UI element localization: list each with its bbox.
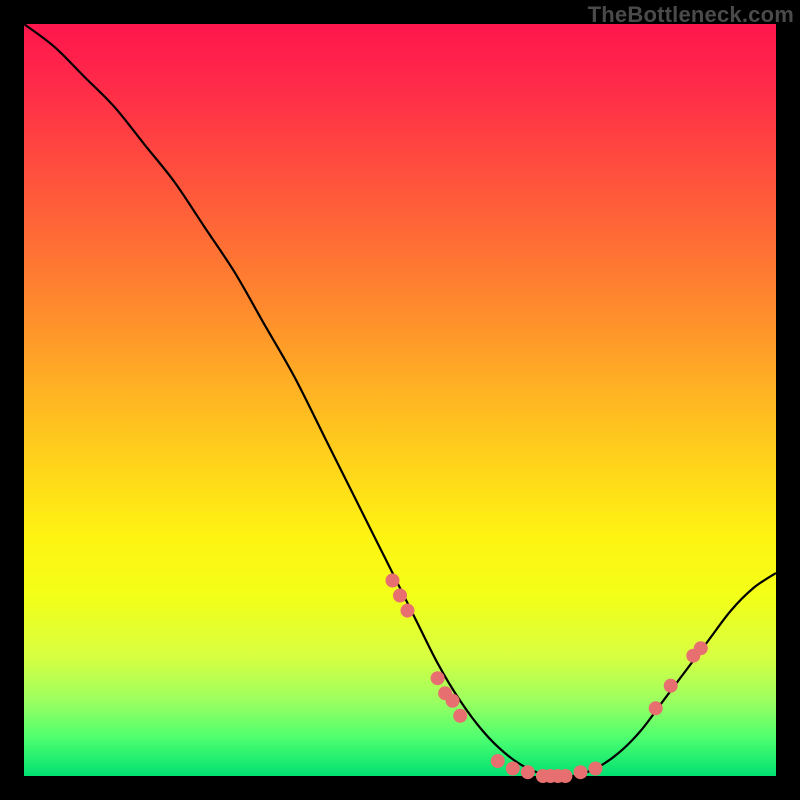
data-marker (694, 641, 708, 655)
data-marker (649, 701, 663, 715)
bottleneck-curve-svg (24, 24, 776, 776)
watermark-text: TheBottleneck.com (588, 2, 794, 28)
data-marker (521, 765, 535, 779)
data-marker (506, 762, 520, 776)
data-marker (401, 604, 415, 618)
data-marker (393, 589, 407, 603)
chart-frame: TheBottleneck.com (0, 0, 800, 800)
data-marker (453, 709, 467, 723)
data-marker (664, 679, 678, 693)
data-marker (446, 694, 460, 708)
marker-group (386, 574, 708, 784)
data-marker (589, 762, 603, 776)
data-marker (431, 671, 445, 685)
plot-area (24, 24, 776, 776)
data-marker (558, 769, 572, 783)
data-marker (386, 574, 400, 588)
data-marker (574, 765, 588, 779)
bottleneck-curve (24, 24, 776, 777)
data-marker (491, 754, 505, 768)
